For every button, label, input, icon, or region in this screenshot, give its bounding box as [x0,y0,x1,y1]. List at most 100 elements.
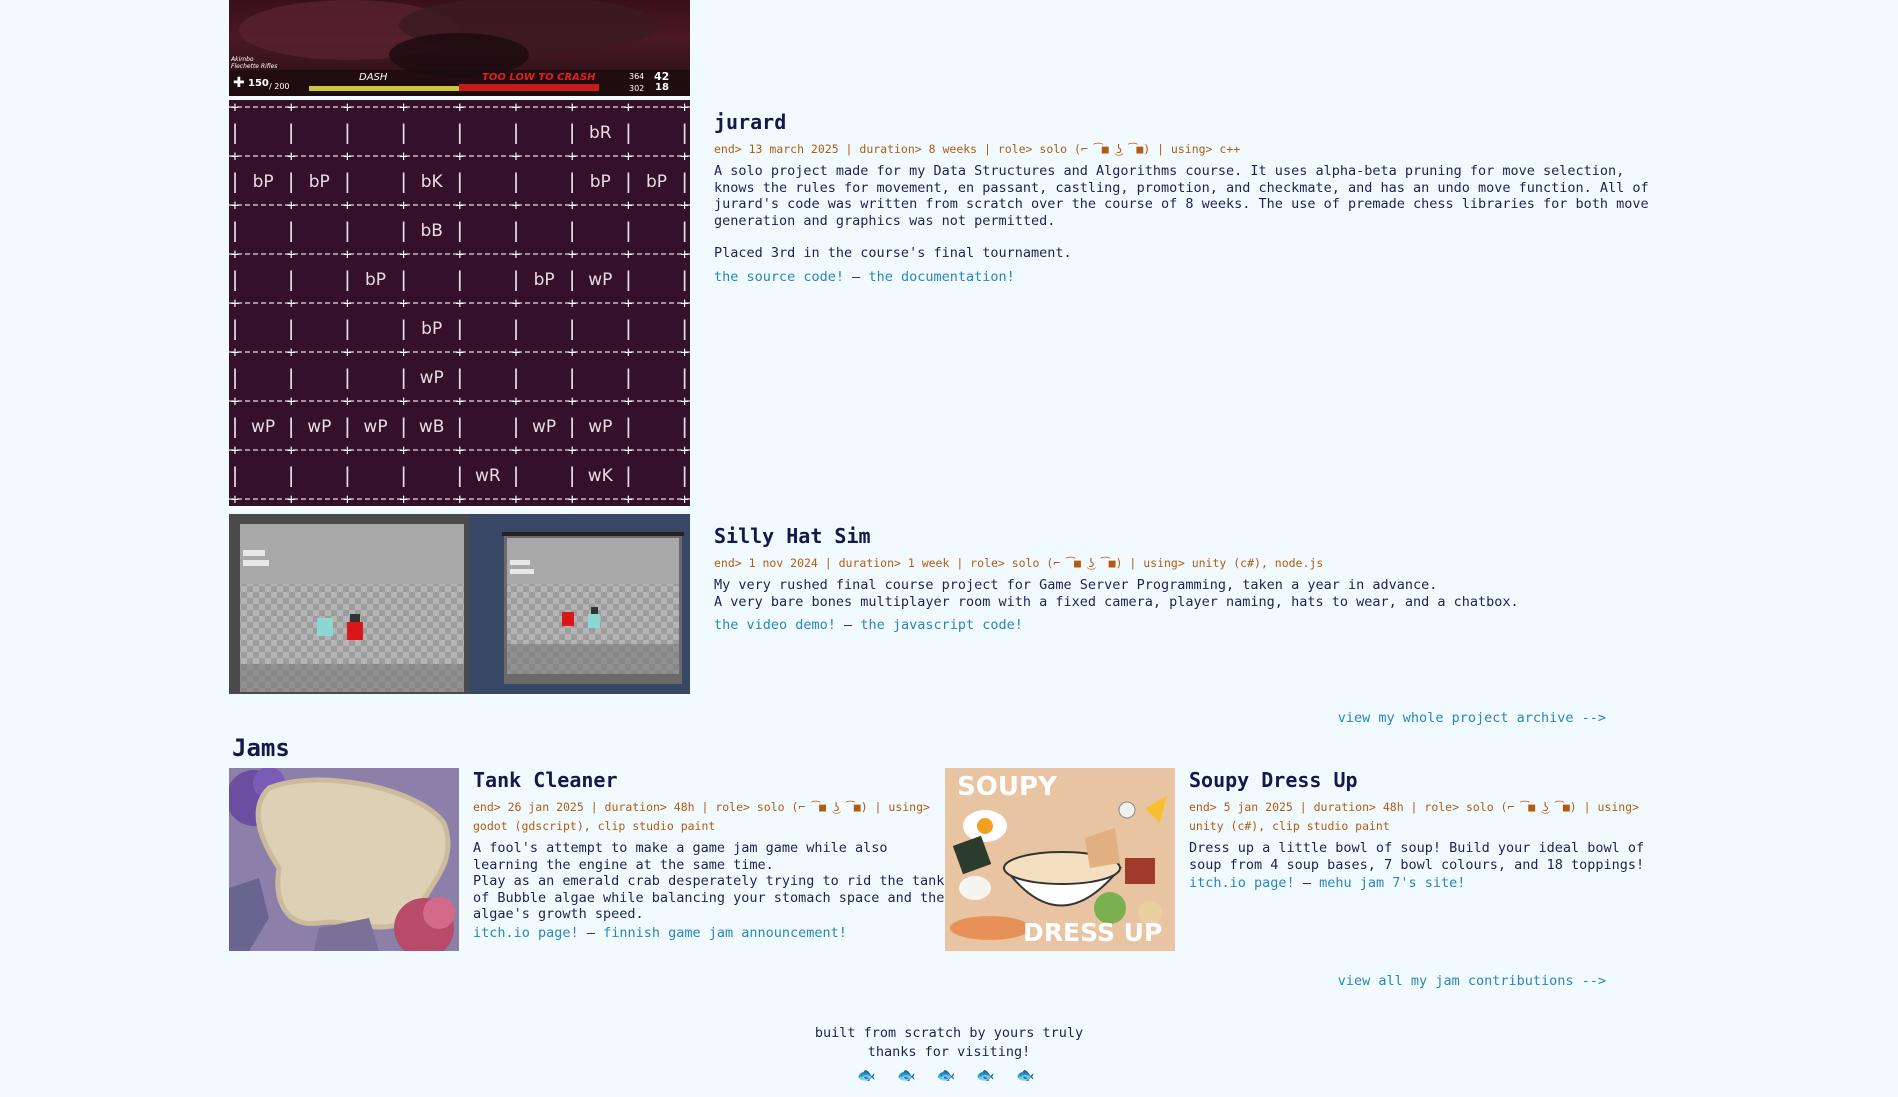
hud-ammo-clip-2: 18 [655,82,669,93]
chess-piece: wP [420,368,444,388]
board-corner-marker: + [231,100,239,116]
finnish-game-jam-link[interactable]: finnish game jam announcement! [603,925,847,941]
board-column-divider: | [285,365,297,389]
tank-cleaner-thumbnail[interactable] [226,767,459,958]
hud-ammo-reserve: 364 [629,72,645,81]
board-corner-marker: + [456,198,464,214]
chess-piece: wP [307,417,331,437]
board-column-divider: | [341,218,353,242]
board-column-divider: | [341,316,353,340]
board-corner-marker: + [624,443,632,459]
board-corner-marker: + [399,247,407,263]
project-links: the video demo! — the javascript code! [714,616,1669,634]
jams-list: Tank Cleaner end> 26 jan 2025 | duration… [226,767,1669,958]
board-column-divider: | [285,169,297,193]
board-corner-marker: + [624,296,632,312]
chess-piece: wP [532,417,556,437]
silly-hat-sim-screenshot[interactable] [229,514,690,694]
board-corner-marker: + [680,345,688,361]
chess-piece: wP [588,270,612,290]
board-corner-marker: + [456,443,464,459]
jam-description-text: A fool's attempt to make a game jam game… [473,840,888,873]
board-corner-marker: + [399,394,407,410]
board-corner-marker: + [568,394,576,410]
board-column-divider: | [454,267,466,291]
soupy-dress-up-thumbnail[interactable]: SOUPY DRESS UP [945,768,1175,951]
board-column-divider: | [510,218,522,242]
board-column-divider: | [566,267,578,291]
multiplayer-screens-art [229,514,690,694]
board-corner-marker: + [568,296,576,312]
board-corner-marker: + [399,443,407,459]
board-column-divider: | [510,365,522,389]
board-corner-marker: + [231,443,239,459]
fps-game-screenshot[interactable]: Akimbo Flechette Rifles ✚ 150 / 200 DASH… [229,0,690,96]
board-corner-marker: + [456,492,464,506]
board-corner-marker: + [512,443,520,459]
board-column-divider: | [566,414,578,438]
board-corner-marker: + [680,198,688,214]
board-corner-marker: + [343,198,351,214]
itch-io-link[interactable]: itch.io page! [473,925,579,941]
hud-ammo-reserve-2: 302 [629,84,645,93]
hud-health: 150 [248,78,269,89]
documentation-link[interactable]: the documentation! [868,269,1014,285]
board-column-divider: | [341,267,353,291]
board-corner-marker: + [624,100,632,116]
project-title: Silly Hat Sim [714,524,871,548]
board-corner-marker: + [399,296,407,312]
jam-archive-link[interactable]: view all my jam contributions --> [1338,973,1606,989]
board-column-divider: | [510,316,522,340]
project-description-text: Placed 3rd in the course's final tournam… [714,245,1072,261]
fish-icon: 🐟 🐟 🐟 🐟 🐟 [857,1066,1041,1084]
project-description: A solo project made for my Data Structur… [714,163,1669,262]
footer: built from scratch by yours truly thanks… [0,1024,1898,1085]
jam-links: itch.io page! — finnish game jam announc… [473,924,945,942]
project-archive-row: view my whole project archive --> [229,710,1669,726]
board-corner-marker: + [680,443,688,459]
board-corner-marker: + [287,149,295,165]
board-column-divider: | [229,316,241,340]
board-corner-marker: + [287,394,295,410]
jam-meta: end> 26 jan 2025 | duration> 48h | role>… [473,800,930,833]
board-corner-marker: + [624,247,632,263]
board-corner-marker: + [343,149,351,165]
board-column-divider: | [566,463,578,487]
chess-board-screenshot[interactable]: + + + + + + + + + + + + + + + + + + + + + + + + + + + + + + + + + + + + + + + +… [229,100,691,508]
mehu-jam-link[interactable]: mehu jam 7's site! [1319,875,1465,891]
board-corner-marker: + [512,247,520,263]
board-corner-marker: + [568,100,576,116]
project-info: jurard end> 13 march 2025 | duration> 8 … [690,100,1669,286]
board-corner-marker: + [287,492,295,506]
board-column-divider: | [566,218,578,242]
board-column-divider: | [454,414,466,438]
itch-io-link[interactable]: itch.io page! [1189,875,1295,891]
source-code-link[interactable]: the source code! [714,269,844,285]
board-corner-marker: + [231,198,239,214]
game-scene-art [229,0,690,96]
board-column-divider: | [510,267,522,291]
project-archive-link[interactable]: view my whole project archive --> [1338,710,1606,726]
footer-credit: built from scratch by yours truly [814,1025,1084,1041]
board-corner-marker: + [512,100,520,116]
board-column-divider: | [229,414,241,438]
board-corner-marker: + [680,394,688,410]
project-description-text: A very bare bones multiplayer room with … [714,593,1519,610]
board-column-divider: | [679,120,690,144]
javascript-code-link[interactable]: the javascript code! [860,617,1023,633]
chess-piece: wP [363,417,387,437]
page-content: Akimbo Flechette Rifles ✚ 150 / 200 DASH… [226,0,1669,989]
chess-piece: bR [589,123,612,143]
project-title: jurard [714,110,787,134]
board-corner-marker: + [399,345,407,361]
board-column-divider: | [285,414,297,438]
board-corner-marker: + [343,345,351,361]
chess-piece: bP [253,172,274,192]
chess-piece: wK [588,466,614,486]
video-demo-link[interactable]: the video demo! [714,617,836,633]
board-corner-marker: + [456,345,464,361]
project-silly-hat-sim: Silly Hat Sim end> 1 nov 2024 | duration… [229,514,1669,694]
board-column-divider: | [285,316,297,340]
board-column-divider: | [566,120,578,144]
board-corner-marker: + [624,345,632,361]
